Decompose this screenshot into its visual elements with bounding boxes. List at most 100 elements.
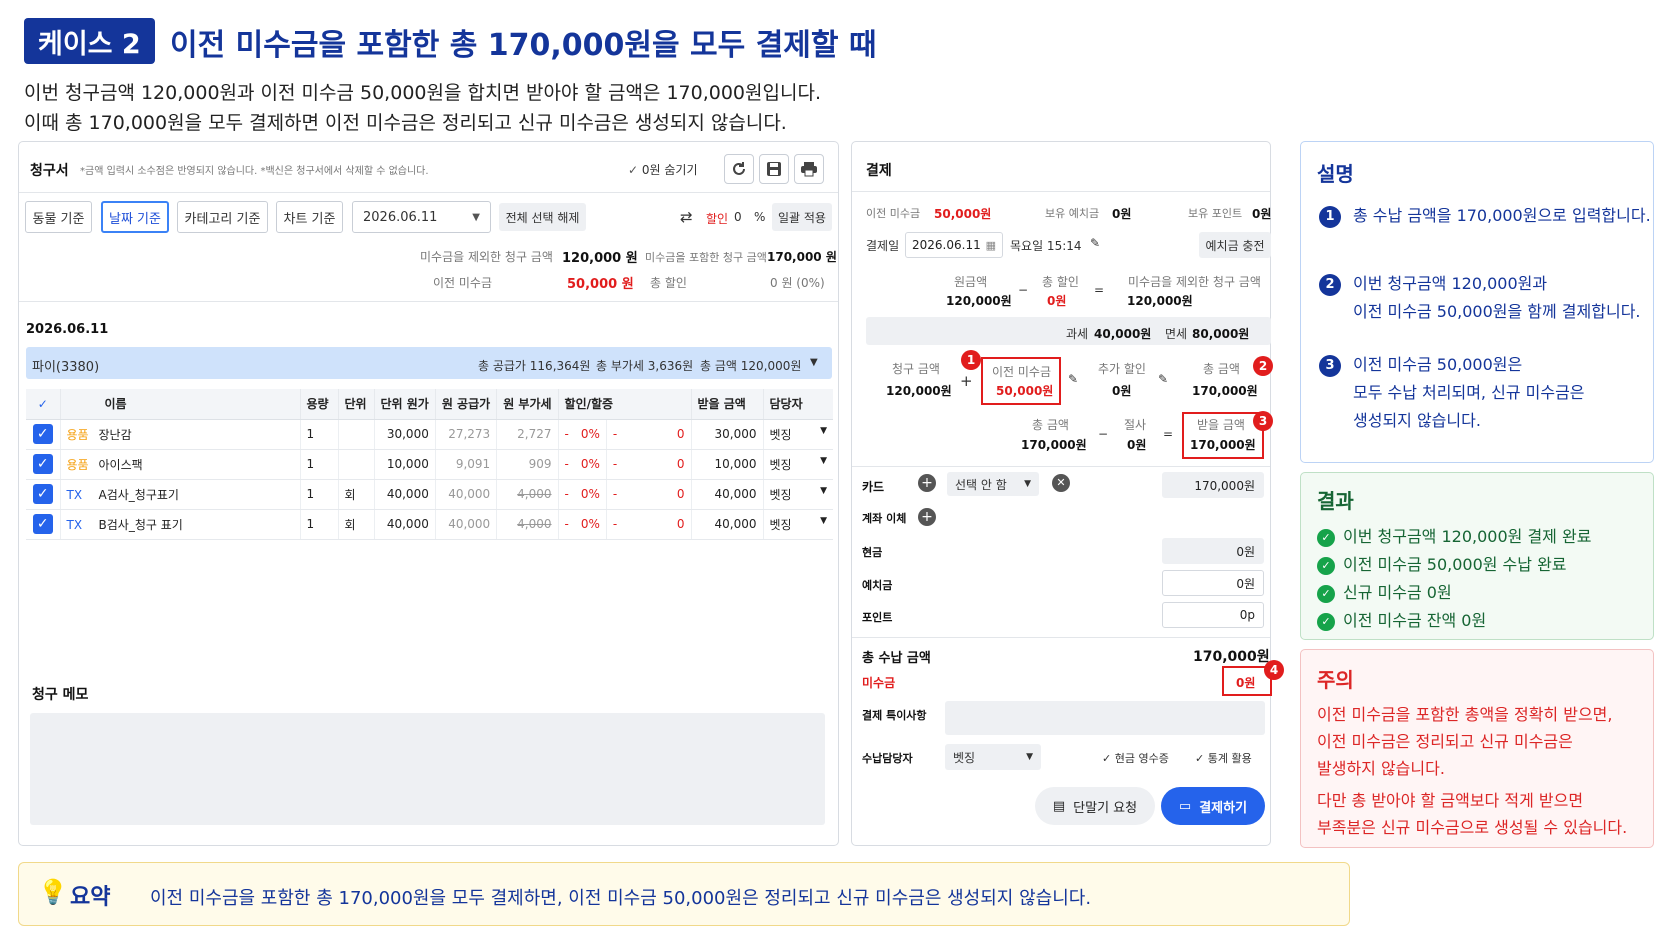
add-card-icon[interactable]: + (918, 474, 936, 492)
row-checkbox[interactable]: ✓ (26, 449, 61, 480)
row-qty[interactable]: 1 (300, 479, 339, 510)
row-staff[interactable]: 벳징 ▼ (763, 449, 833, 480)
row-staff[interactable]: 벳징 ▼ (763, 419, 833, 450)
charge-deposit-button[interactable]: 예치금 충전 (1199, 232, 1271, 258)
row-unit (338, 419, 375, 450)
row-discount-pct[interactable]: 0% (574, 509, 607, 540)
filter-chart[interactable]: 차트 기준 (276, 201, 343, 233)
receive-value: 170,000원 (1190, 438, 1256, 452)
bulk-apply-button[interactable]: 일괄 적용 (772, 203, 832, 231)
incl-amount-label: 미수금을 포함한 청구 금액 (645, 251, 767, 264)
row-price[interactable]: 10,000 (374, 449, 436, 480)
row-staff[interactable]: 벳징 ▼ (763, 509, 833, 540)
row-discount-amt[interactable]: 0 (623, 449, 692, 480)
hide-zero-toggle[interactable]: ✓ 0원 숨기기 (628, 161, 698, 178)
row-discount-pct[interactable]: 0% (574, 479, 607, 510)
caution-card: 주의 이전 미수금을 포함한 총액을 정확히 받으면, 이전 미수금은 정리되고… (1300, 649, 1654, 848)
deposit-label: 보유 예치금 (1045, 207, 1100, 220)
pay-date-input[interactable]: 2026.06.11 ▦ (905, 232, 1003, 258)
col-discount: 할인/할증 (558, 389, 692, 420)
tax-label: 과세 (1066, 327, 1089, 341)
row-staff[interactable]: 벳징 ▼ (763, 479, 833, 510)
check-icon: ✓ (32, 424, 53, 444)
caution-line: 부족분은 신규 미수금으로 생성될 수 있습니다. (1317, 818, 1628, 837)
edit-extra-pencil-icon[interactable]: ✎ (1158, 372, 1168, 386)
row-unit (338, 449, 375, 480)
result-item: ✓ 이전 미수금 50,000원 수납 완료 (1317, 551, 1567, 575)
table-row[interactable]: ✓ TX A검사_청구표기 1 회 40,000 40,000 4,000-0% -0 40,00… (26, 479, 833, 510)
discount-input[interactable]: 0 (734, 210, 742, 224)
explain-step-1: 1총 수납 금액을 170,000원으로 입력합니다. (1319, 202, 1651, 230)
pencil-icon[interactable]: ✎ (1090, 236, 1100, 250)
cash-input[interactable]: 0원 (1162, 538, 1264, 564)
orig-amount-value: 120,000원 (946, 294, 1012, 308)
deposit-input[interactable]: 0원 (1162, 570, 1264, 596)
save-icon[interactable] (759, 154, 789, 184)
memo-textarea[interactable] (30, 713, 825, 825)
row-price[interactable]: 40,000 (374, 479, 436, 510)
row-qty[interactable]: 1 (300, 449, 339, 480)
prevbox-label: 이전 미수금 (992, 365, 1052, 379)
caret-down-icon: ▼ (1026, 752, 1033, 762)
check-circle-icon: ✓ (1317, 528, 1335, 547)
row-price[interactable]: 40,000 (374, 509, 436, 540)
staff-select[interactable]: 벳징 ▼ (945, 744, 1041, 770)
row-discount-amt[interactable]: 0 (623, 509, 692, 540)
card-select[interactable]: 선택 안 함 ▼ (947, 472, 1039, 496)
terminal-request-button[interactable]: ▤ 단말기 요청 (1035, 787, 1155, 825)
filter-animal[interactable]: 동물 기준 (25, 201, 92, 233)
row-supply: 9,091 (435, 449, 498, 480)
explain-step-2: 2 이번 청구금액 120,000원과 이전 미수금 50,000원을 함께 결제합… (1319, 270, 1641, 326)
remove-card-icon[interactable]: ✕ (1052, 474, 1070, 492)
swap-icon[interactable]: ⇄ (680, 208, 693, 226)
total-discount-value: 0 원 (0%) (770, 276, 825, 290)
table-row[interactable]: ✓ TX B검사_청구 표기 1 회 40,000 40,000 4,000-0% -0 40,0… (26, 509, 833, 540)
stats-checkbox[interactable]: ✓ 통계 활용 (1195, 750, 1252, 766)
add-transfer-icon[interactable]: + (918, 508, 936, 526)
filter-date[interactable]: 날짜 기준 (101, 201, 169, 233)
row-supply: 40,000 (435, 479, 498, 510)
edit-prev-pencil-icon[interactable]: ✎ (1068, 372, 1078, 386)
row-amount[interactable]: 40,000 (691, 479, 764, 510)
row-name-cell: 용품 아이스팩 (60, 449, 301, 480)
page-title: 이전 미수금을 포함한 총 170,000원을 모두 결제할 때 (170, 28, 877, 63)
filter-category[interactable]: 카테고리 기준 (177, 201, 268, 233)
refresh-icon[interactable] (724, 154, 754, 184)
row-amount[interactable]: 10,000 (691, 449, 764, 480)
row-staff-value: 벳징 (769, 457, 792, 472)
table-row[interactable]: ✓ 용품 아이스팩 1 10,000 9,091 909-0% -0 10,000 벳징 ▼ (26, 449, 833, 480)
cash-receipt-checkbox[interactable]: ✓ 현금 영수증 (1102, 750, 1169, 766)
caution-title: 주의 (1317, 668, 1354, 692)
row-name: 장난감 (98, 427, 132, 442)
row-staff-value: 벳징 (769, 487, 792, 502)
row-qty[interactable]: 1 (300, 419, 339, 450)
row-checkbox[interactable]: ✓ (26, 509, 61, 540)
chevron-down-icon[interactable]: ▼ (810, 357, 818, 368)
row-discount-pct[interactable]: 0% (574, 419, 607, 450)
orig-amount-label: 원금액 (954, 275, 988, 289)
row-dash: - (606, 479, 624, 510)
print-icon[interactable] (794, 154, 824, 184)
select-all-check-icon[interactable]: ✓ (38, 397, 48, 411)
points-input[interactable]: 0p (1162, 602, 1264, 628)
row-staff-value: 벳징 (769, 427, 792, 442)
card-amount-input[interactable]: 170,000원 (1162, 472, 1264, 498)
row-discount-pct[interactable]: 0% (574, 449, 607, 480)
col-name: 이름 (60, 389, 301, 420)
table-row[interactable]: ✓ 용품 장난감 1 30,000 27,273 2,727-0% -0 30,000 벳징 ▼ (26, 419, 833, 450)
row-checkbox[interactable]: ✓ (26, 419, 61, 450)
row-checkbox[interactable]: ✓ (26, 479, 61, 510)
row-discount-amt[interactable]: 0 (623, 479, 692, 510)
date-select[interactable]: 2026.06.11 ▼ (352, 201, 491, 233)
pay-memo-input[interactable] (945, 701, 1265, 735)
pay-button[interactable]: ▭ 결제하기 (1161, 787, 1265, 825)
row-price[interactable]: 30,000 (374, 419, 436, 450)
row-amount[interactable]: 40,000 (691, 509, 764, 540)
deselect-all-button[interactable]: 전체 선택 해제 (499, 203, 586, 231)
row-qty[interactable]: 1 (300, 509, 339, 540)
row-amount[interactable]: 30,000 (691, 419, 764, 450)
row-tag: 용품 (66, 457, 89, 472)
row-discount-amt[interactable]: 0 (623, 419, 692, 450)
prevbox-value: 50,000원 (996, 384, 1054, 398)
row-tag: TX (66, 517, 83, 532)
